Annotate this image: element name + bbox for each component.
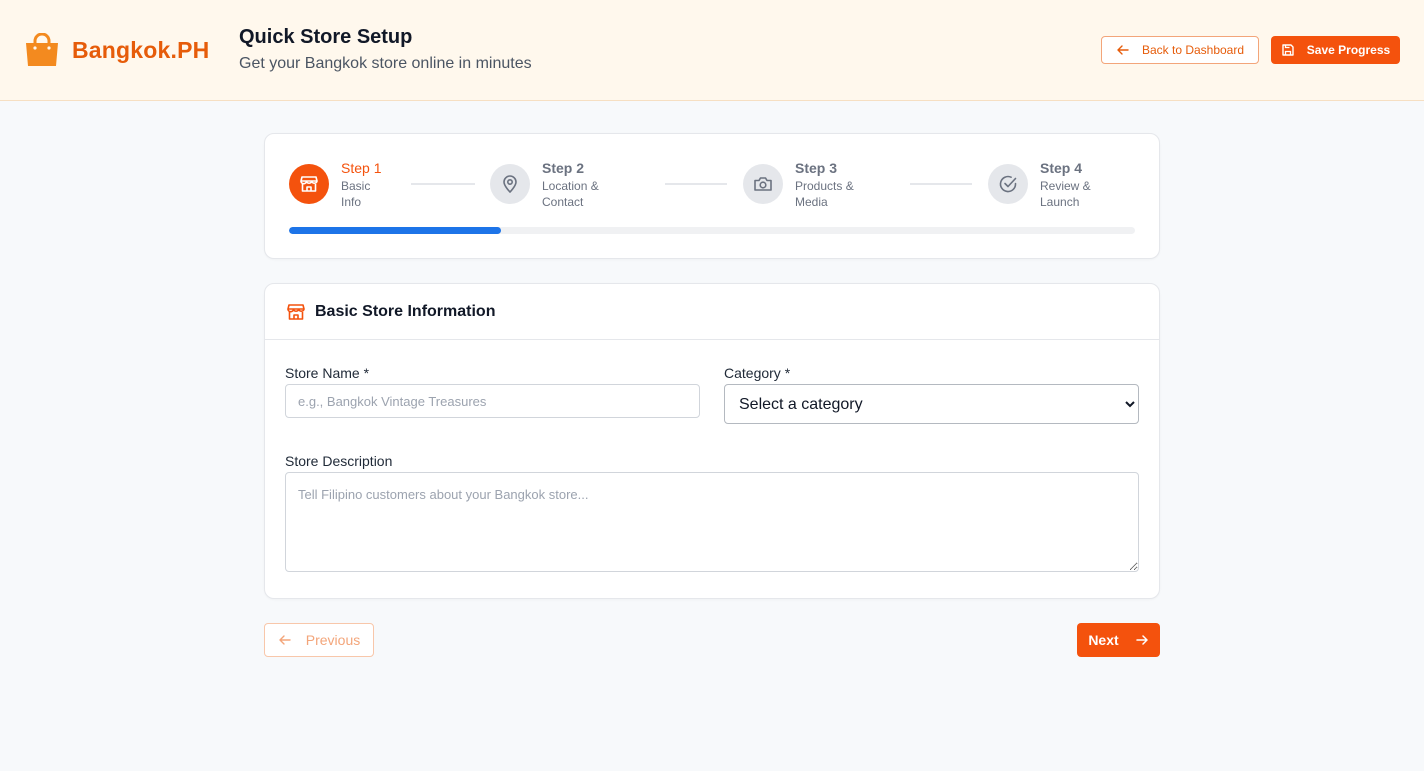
stepper-card: Step 1 Basic Info Step 2 Location & Cont… [264, 133, 1160, 259]
arrow-left-icon [1117, 45, 1129, 55]
step-3-label: Step 3 [795, 160, 838, 176]
category-select[interactable]: Select a category [724, 384, 1139, 424]
progress-track [289, 227, 1135, 234]
page-titles: Quick Store Setup Get your Bangkok store… [239, 26, 532, 73]
step-connector [411, 183, 475, 185]
save-icon [1282, 44, 1294, 56]
progress-fill [289, 227, 501, 234]
page-subtitle: Get your Bangkok store online in minutes [239, 55, 532, 72]
check-circle-icon [999, 175, 1017, 193]
store-icon [287, 303, 305, 320]
step-3-sub2: Media [795, 195, 828, 209]
next-label: Next [1088, 632, 1119, 648]
step-2-label: Step 2 [542, 160, 585, 176]
back-to-dashboard-button[interactable]: Back to Dashboard [1101, 36, 1259, 64]
next-button[interactable]: Next [1077, 623, 1160, 657]
arrow-right-icon [1135, 635, 1148, 645]
shopping-bag-icon [26, 33, 58, 66]
camera-icon [754, 177, 772, 191]
step-connector [665, 183, 727, 185]
app-header: Bangkok.PH Quick Store Setup Get your Ba… [0, 0, 1424, 101]
form-header: Basic Store Information [265, 284, 1159, 340]
step-3-sub1: Products & [795, 179, 854, 193]
step-4-label: Step 4 [1040, 160, 1083, 176]
back-to-dashboard-label: Back to Dashboard [1141, 43, 1245, 57]
previous-button[interactable]: Previous [264, 623, 374, 657]
store-name-label: Store Name * [285, 365, 370, 381]
store-description-label: Store Description [285, 453, 393, 469]
step-1[interactable]: Step 1 Basic Info [289, 160, 411, 210]
step-1-circle [289, 164, 329, 204]
basic-info-card: Basic Store Information Store Name * Cat… [264, 283, 1160, 599]
store-name-input[interactable] [285, 384, 700, 418]
arrow-left-icon [279, 635, 291, 645]
step-2-sub1: Location & [542, 179, 599, 193]
step-4-circle [988, 164, 1028, 204]
step-1-label: Step 1 [341, 160, 382, 176]
page-title: Quick Store Setup [239, 26, 413, 48]
step-4-sub1: Review & [1040, 179, 1091, 193]
step-2[interactable]: Step 2 Location & Contact [490, 160, 612, 210]
form-title: Basic Store Information [315, 302, 496, 320]
save-progress-button[interactable]: Save Progress [1271, 36, 1400, 64]
step-1-sub2: Info [341, 195, 362, 209]
store-description-textarea[interactable] [285, 472, 1139, 572]
brand-logo[interactable]: Bangkok.PH [24, 33, 209, 67]
step-2-sub2: Contact [542, 195, 584, 209]
step-3[interactable]: Step 3 Products & Media [743, 160, 865, 210]
step-3-circle [743, 164, 783, 204]
category-label: Category * [724, 365, 791, 381]
step-1-sub1: Basic [341, 179, 371, 193]
map-pin-icon [503, 175, 517, 193]
step-2-circle [490, 164, 530, 204]
save-progress-label: Save Progress [1306, 43, 1391, 57]
store-icon [300, 176, 318, 192]
step-4-sub2: Launch [1040, 195, 1080, 209]
brand-name: Bangkok.PH [72, 36, 210, 63]
previous-label: Previous [305, 632, 361, 648]
step-4[interactable]: Step 4 Review & Launch [988, 160, 1110, 210]
step-connector [910, 183, 972, 185]
